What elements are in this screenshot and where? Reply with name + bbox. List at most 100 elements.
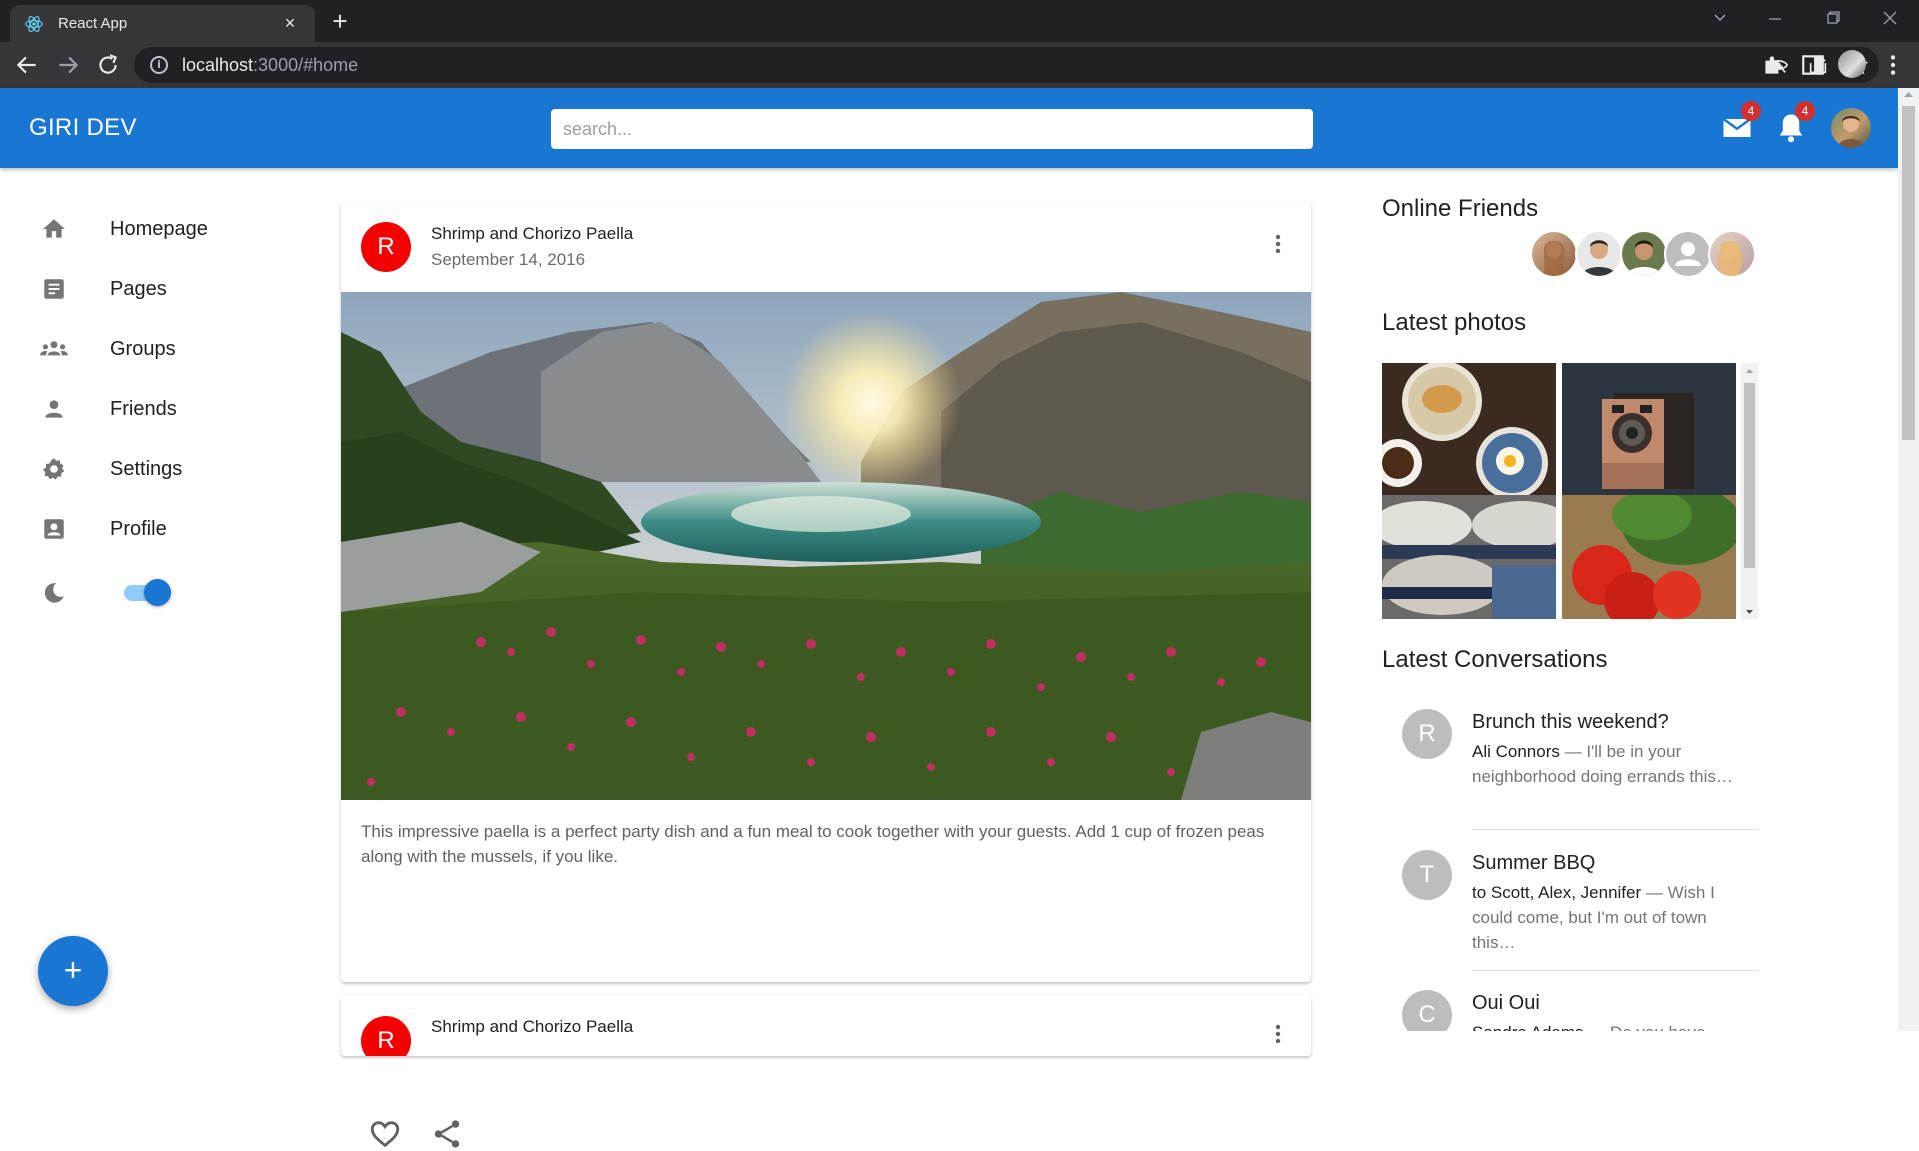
browser-menu-icon[interactable] [1880, 52, 1906, 78]
url-path: :3000/#home [253, 54, 359, 75]
sidebar-item-label: Friends [110, 397, 177, 420]
site-info-icon[interactable]: i [150, 56, 168, 74]
latest-photos-grid [1382, 363, 1758, 619]
conversation-item[interactable]: C Oui Oui Sandra Adams — Do you have [1382, 990, 1758, 1031]
scroll-down-icon[interactable] [1741, 607, 1758, 617]
sidebar-item-friends[interactable]: Friends [36, 389, 296, 429]
page-scrollbar[interactable] [1898, 88, 1919, 1031]
close-window-icon[interactable] [1875, 8, 1905, 28]
tab-title: React App [58, 15, 128, 32]
conversation-from: Sandra Adams [1472, 1023, 1584, 1031]
photo-breakfast[interactable] [1382, 363, 1556, 495]
post-image [341, 292, 1311, 800]
photo-hats[interactable] [1382, 495, 1556, 619]
side-panel-icon[interactable] [1800, 52, 1826, 78]
sidebar-item-groups[interactable]: Groups [36, 329, 296, 369]
extensions-icon[interactable] [1760, 52, 1786, 78]
page-scroll-thumb[interactable] [1902, 106, 1915, 440]
friend-avatar[interactable] [1530, 230, 1578, 278]
sidebar-item-homepage[interactable]: Homepage [36, 209, 296, 249]
sidebar-item-settings[interactable]: Settings [36, 449, 296, 489]
friend-avatar[interactable] [1664, 230, 1712, 278]
tab-search-icon[interactable] [1705, 8, 1735, 28]
post-title: Shrimp and Chorizo Paella [431, 1017, 634, 1036]
sidebar-item-profile[interactable]: Profile [36, 509, 296, 549]
latest-photos-title: Latest photos [1382, 309, 1527, 336]
article-icon [36, 271, 72, 307]
user-avatar[interactable] [1831, 108, 1871, 148]
restore-icon[interactable] [1818, 8, 1848, 28]
conversation-from: Ali Connors [1472, 742, 1560, 761]
conversation-item[interactable]: T Summer BBQ to Scott, Alex, Jennifer — … [1382, 850, 1758, 980]
react-logo-icon [25, 15, 43, 32]
sidebar-item-label: Profile [110, 517, 167, 540]
conversation-divider [1472, 829, 1758, 830]
url-host: localhost [182, 54, 254, 75]
groups-icon [36, 331, 72, 367]
post-avatar: R [361, 222, 411, 272]
conversation-snippet: — Do you have [1584, 1023, 1705, 1031]
more-vert-icon[interactable] [1266, 230, 1290, 258]
sidebar-item-pages[interactable]: Pages [36, 269, 296, 309]
dark-mode-toggle[interactable] [124, 579, 172, 606]
friend-avatar[interactable] [1708, 230, 1756, 278]
back-icon[interactable] [14, 52, 40, 78]
conversation-avatar: R [1402, 709, 1452, 759]
conversation-body: Ali Connors — I'll be in your neighborho… [1472, 739, 1742, 789]
page-scroll-up-icon[interactable] [1898, 88, 1919, 102]
post-title: Shrimp and Chorizo Paella [431, 224, 634, 243]
sidebar-item-label: Groups [110, 337, 176, 360]
conversation-from: to Scott, Alex, Jennifer [1472, 883, 1642, 902]
post-text: This impressive paella is a perfect part… [361, 822, 1265, 866]
latest-conversations-title: Latest Conversations [1382, 646, 1608, 673]
post-date: September 14, 2016 [431, 250, 586, 269]
photo-tomatoes[interactable] [1562, 495, 1736, 619]
dark-mode-item [36, 573, 76, 613]
conversation-item[interactable]: R Brunch this weekend? Ali Connors — I'l… [1382, 709, 1758, 839]
post-card: R Shrimp and Chorizo Paella [341, 996, 1311, 1056]
conversation-body: Sandra Adams — Do you have [1472, 1020, 1742, 1031]
friend-avatar[interactable] [1575, 230, 1623, 278]
toggle-thumb [144, 579, 171, 606]
address-bar[interactable]: i localhost:3000/#home [134, 47, 1879, 83]
forward-icon[interactable] [55, 52, 81, 78]
search-input[interactable] [551, 109, 1313, 149]
notifications-badge: 4 [1795, 101, 1815, 121]
mail-badge: 4 [1741, 101, 1761, 121]
more-vert-icon[interactable] [1266, 1020, 1290, 1048]
notifications-button[interactable]: 4 [1773, 101, 1815, 146]
home-icon [36, 211, 72, 247]
tab-close-icon[interactable]: × [279, 13, 301, 34]
heart-icon[interactable] [368, 1117, 402, 1151]
photo-camera[interactable] [1562, 363, 1736, 495]
reload-icon[interactable] [95, 52, 121, 78]
new-tab-button[interactable]: + [326, 8, 354, 34]
conversation-title: Summer BBQ [1472, 852, 1596, 874]
sidebar-item-label: Pages [110, 277, 167, 300]
friend-avatar[interactable] [1620, 230, 1668, 278]
photos-scrollbar[interactable] [1741, 363, 1758, 619]
profile-avatar[interactable] [1838, 50, 1866, 78]
minimize-icon[interactable] [1760, 8, 1790, 28]
add-fab-button[interactable]: + [38, 936, 108, 1006]
app-header: GIRI DEV 4 4 [0, 88, 1898, 168]
conversation-divider [1472, 970, 1758, 971]
share-icon[interactable] [430, 1117, 464, 1151]
online-friends-title: Online Friends [1382, 195, 1539, 222]
gear-icon [36, 451, 72, 487]
conversation-title: Oui Oui [1472, 992, 1540, 1014]
scroll-up-icon[interactable] [1741, 366, 1758, 376]
sidebar-item-label: Settings [110, 457, 183, 480]
mail-button[interactable]: 4 [1719, 101, 1761, 146]
conversation-body: to Scott, Alex, Jennifer — Wish I could … [1472, 880, 1742, 955]
photos-scroll-thumb[interactable] [1744, 383, 1755, 568]
user-avatar-photo [1837, 116, 1865, 148]
post-avatar: R [361, 1016, 411, 1056]
browser-tab[interactable]: React App × [10, 5, 315, 42]
conversation-avatar: T [1402, 850, 1452, 900]
browser-tab-bar: React App × + [0, 0, 1919, 42]
brand-logo[interactable]: GIRI DEV [29, 114, 137, 142]
moon-icon [36, 575, 72, 611]
person-icon [36, 391, 72, 427]
landscape-photo [341, 292, 1311, 800]
